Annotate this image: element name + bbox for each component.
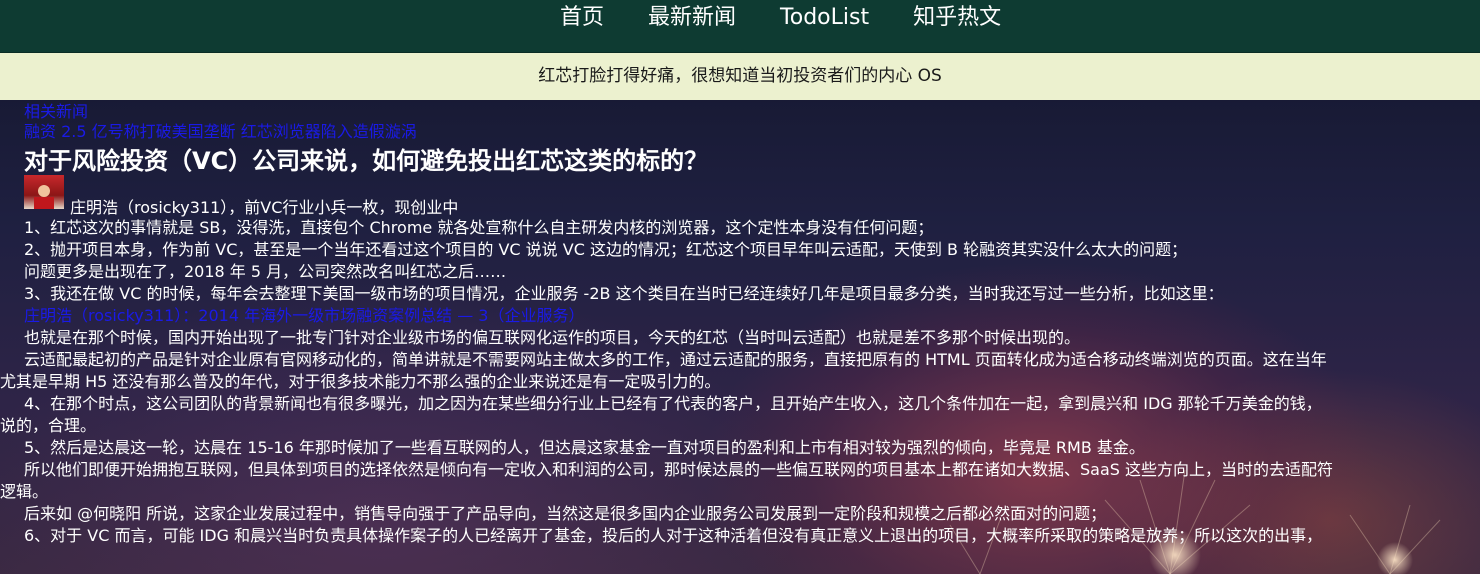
related-news-item-link[interactable]: 融资 2.5 亿号称打破美国垄断 红芯浏览器陷入造假漩涡 [24,122,1480,142]
inline-article-link[interactable]: 庄明浩（rosicky311）：2014 年海外一级市场融资案例总结 — 3（企… [24,305,1480,327]
answer-body: 1、红芯这次的事情就是 SB，没得洗，直接包个 Chrome 就各处宣称什么自主… [0,217,1480,547]
nav-item-home[interactable]: 首页 [560,3,604,33]
answer-paragraph: 5、然后是达晨这一轮，达晨在 15-16 年那时候加了一些看互联网的人，但达晨这… [24,438,1145,457]
headline-banner: 红芯打脸打得好痛，很想知道当初投资者们的内心 OS [0,53,1480,100]
answer-paragraph: 云适配最起初的产品是针对企业原有官网移动化的，简单讲就是不需要网站主做太多的工作… [24,350,1327,369]
question-title: 对于风险投资（VC）公司来说，如何避免投出红芯这类的标的？ [24,147,709,175]
nav-menu: 首页 最新新闻 TodoList 知乎热文 [560,3,1045,33]
answer-paragraph: 说的，合理。 [0,416,97,435]
answer-paragraph: 也就是在那个时候，国内开始出现了一批专门针对企业级市场的偏互联网化运作的项目，今… [24,328,1081,347]
article-content: 相关新闻 融资 2.5 亿号称打破美国垄断 红芯浏览器陷入造假漩涡 对于风险投资… [0,101,1480,547]
answer-paragraph: 1、红芯这次的事情就是 SB，没得洗，直接包个 Chrome 就各处宣称什么自主… [24,218,934,237]
answer-paragraph: 后来如 @何晓阳 所说，这家企业发展过程中，销售导向强于了产品导向，当然这是很多… [24,504,1107,523]
author-name: 庄明浩（rosicky311），前VC行业小兵一枚，现创业中 [70,198,459,217]
avatar [24,175,64,209]
answer-paragraph: 问题更多是出现在了，2018 年 5 月，公司突然改名叫红芯之后…… [24,262,507,281]
nav-item-zhihu-hot[interactable]: 知乎热文 [913,3,1001,33]
answer-author: 庄明浩（rosicky311），前VC行业小兵一枚，现创业中 [24,175,1480,217]
answer-paragraph: 逻辑。 [0,482,49,501]
nav-item-latest-news[interactable]: 最新新闻 [648,3,736,33]
top-navigation: 首页 最新新闻 TodoList 知乎热文 [0,0,1480,53]
related-news-link[interactable]: 相关新闻 [24,102,1480,122]
nav-item-todolist[interactable]: TodoList [780,3,869,33]
answer-paragraph: 3、我还在做 VC 的时候，每年会去整理下美国一级市场的项目情况，企业服务 -2… [24,284,1224,303]
answer-paragraph: 尤其是早期 H5 还没有那么普及的年代，对于很多技术能力不那么强的企业来说还是有… [0,372,721,391]
answer-paragraph: 6、对于 VC 而言，可能 IDG 和晨兴当时负责具体操作案子的人已经离开了基金… [24,526,1323,545]
answer-paragraph: 2、抛开项目本身，作为前 VC，甚至是一个当年还看过这个项目的 VC 说说 VC… [24,240,1188,259]
answer-paragraph: 4、在那个时点，这公司团队的背景新闻也有很多曝光，加之因为在某些细分行业上已经有… [24,394,1322,413]
answer-paragraph: 所以他们即便开始拥抱互联网，但具体到项目的选择依然是倾向有一定收入和利润的公司，… [24,460,1334,479]
